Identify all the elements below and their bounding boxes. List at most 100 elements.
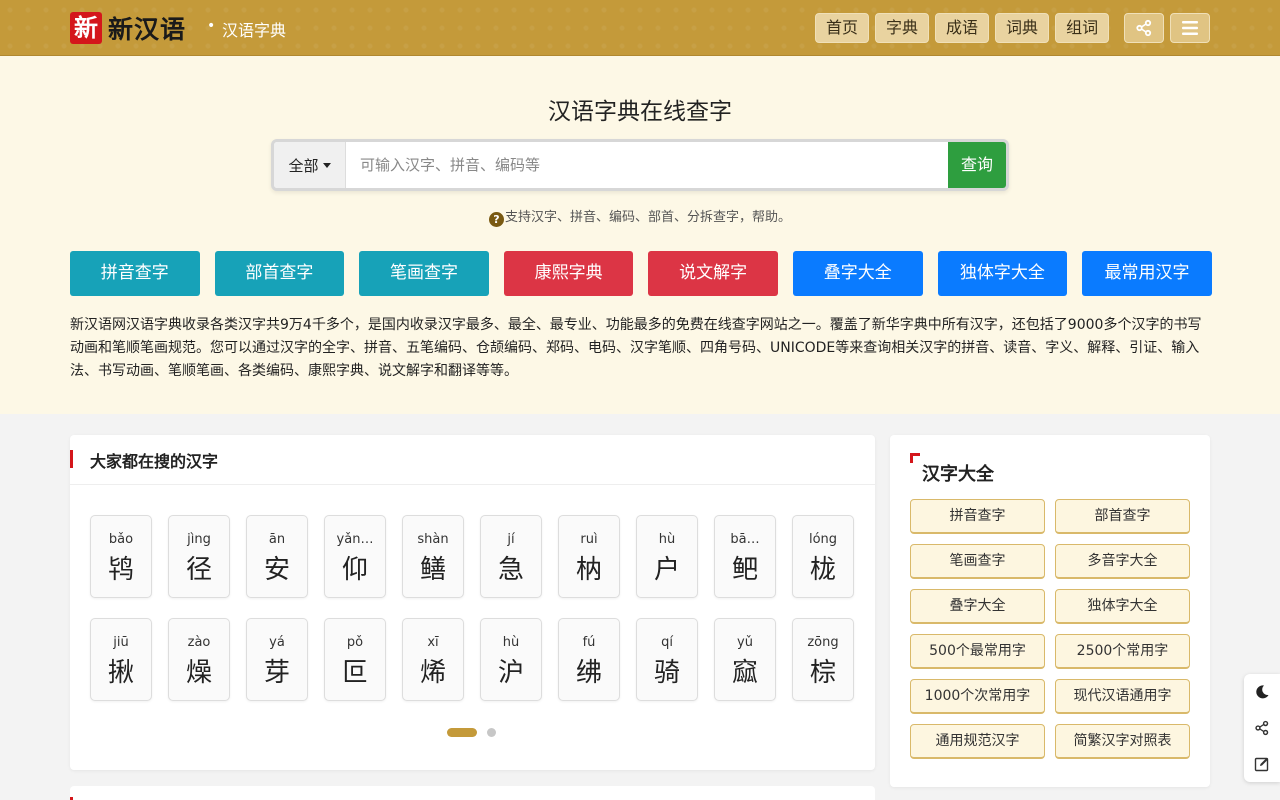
char-glyph: 燥 — [185, 658, 212, 688]
next-card — [70, 786, 875, 800]
carousel-pagination — [447, 728, 496, 737]
sidebar-link[interactable]: 叠字大全 — [910, 589, 1045, 624]
char-card[interactable]: yá 芽 — [246, 618, 308, 701]
char-card[interactable]: yǔ 窳 — [714, 618, 776, 701]
char-glyph: 仰 — [341, 555, 368, 585]
hot-chars-card: 大家都在搜的汉字 bǎo 鸨 jìng 径 ān 安 yǎn… 仰 shàn 鳝 jí 急 ruì 枘 hù… — [70, 435, 875, 770]
card-title: 大家都在搜的汉字 — [90, 452, 219, 471]
char-pinyin: shàn — [417, 532, 449, 547]
sidebar-link[interactable]: 500个最常用字 — [910, 634, 1045, 669]
nav-compose[interactable]: 组词 — [1055, 13, 1110, 43]
char-pinyin: jìng — [187, 532, 211, 547]
page-title: 汉语字典在线查字 — [548, 99, 732, 125]
char-card[interactable]: hù 沪 — [480, 618, 542, 701]
hero-section: 汉语字典在线查字 全部 查询 ?支持汉字、拼音、编码、部首、分拆查字，帮助。 拼… — [0, 56, 1280, 414]
float-share-button[interactable] — [1244, 710, 1280, 746]
sidebar-title: 汉字大全 — [922, 464, 994, 485]
tile-stroke-lookup[interactable]: 笔画查字 — [359, 251, 489, 296]
char-pinyin: lóng — [808, 532, 838, 547]
tile-radical-lookup[interactable]: 部首查字 — [214, 251, 345, 296]
char-glyph: 芽 — [263, 658, 290, 688]
floating-toolbar — [1244, 674, 1280, 782]
char-pinyin: bǎo — [108, 532, 134, 547]
char-card[interactable]: jiū 揪 — [90, 618, 152, 701]
search-input[interactable] — [346, 142, 948, 188]
share-icon — [1136, 19, 1152, 37]
char-card[interactable]: pǒ 叵 — [324, 618, 386, 701]
nav-home[interactable]: 首页 — [815, 13, 870, 43]
char-card[interactable]: ān 安 — [246, 515, 308, 598]
tile-most-common-chars[interactable]: 最常用汉字 — [1082, 251, 1212, 296]
sidebar-link[interactable]: 多音字大全 — [1055, 544, 1190, 579]
char-pinyin: bā… — [730, 532, 760, 547]
corner-accent — [910, 453, 920, 463]
feedback-button[interactable] — [1244, 746, 1280, 782]
caret-down-icon — [322, 162, 331, 168]
nav-words[interactable]: 词典 — [995, 13, 1050, 43]
share-button[interactable] — [1124, 13, 1164, 43]
char-glyph: 急 — [497, 555, 524, 585]
char-card[interactable]: lóng 栊 — [792, 515, 854, 598]
char-card[interactable]: zōng 棕 — [792, 618, 854, 701]
char-pinyin: yǔ — [737, 635, 753, 650]
char-glyph: 揪 — [107, 658, 134, 688]
char-glyph: 安 — [263, 555, 290, 585]
sidebar-link[interactable]: 现代汉语通用字 — [1055, 679, 1190, 714]
menu-icon — [1182, 21, 1198, 35]
carousel-dot-1[interactable] — [447, 728, 477, 737]
logo-text: 新汉语 — [108, 15, 187, 44]
char-grid: bǎo 鸨 jìng 径 ān 安 yǎn… 仰 shàn 鳝 jí 急 ruì 枘 hù 户 bā… 鲃 lóng… — [90, 515, 854, 701]
sidebar-link[interactable]: 2500个常用字 — [1055, 634, 1190, 669]
char-glyph: 枘 — [575, 555, 602, 585]
sidebar-links: 拼音查字 部首查字 笔画查字 多音字大全 叠字大全 独体字大全 500个最常用字 2500个常… — [910, 499, 1190, 759]
char-card[interactable]: zào 燥 — [168, 618, 230, 701]
menu-button[interactable] — [1170, 13, 1210, 43]
sidebar-link[interactable]: 独体字大全 — [1055, 589, 1190, 624]
char-pinyin: pǒ — [346, 635, 364, 650]
char-card[interactable]: ruì 枘 — [558, 515, 620, 598]
tile-pinyin-lookup[interactable]: 拼音查字 — [70, 251, 200, 296]
tile-shuowen-jiezi[interactable]: 说文解字 — [648, 251, 778, 296]
tile-kangxi-dictionary[interactable]: 康熙字典 — [503, 251, 634, 296]
carousel-dot-2[interactable] — [487, 728, 496, 737]
tile-reduplicated-chars[interactable]: 叠字大全 — [792, 251, 923, 296]
char-pinyin: ān — [268, 532, 286, 547]
dark-mode-button[interactable] — [1244, 674, 1280, 710]
sidebar-link[interactable]: 通用规范汉字 — [910, 724, 1045, 759]
search-button[interactable]: 查询 — [948, 142, 1006, 188]
site-intro: 新汉语网汉语字典收录各类汉字共9万4千多个，是国内收录汉字最多、最全、最专业、功… — [70, 317, 1202, 379]
tile-single-component-chars[interactable]: 独体字大全 — [937, 251, 1068, 296]
help-text: 支持汉字、拼音、编码、部首、分拆查字，帮助。 — [504, 210, 791, 225]
share-icon — [1255, 720, 1269, 736]
char-card[interactable]: xī 烯 — [402, 618, 464, 701]
char-card[interactable]: shàn 鳝 — [402, 515, 464, 598]
question-circle-icon[interactable]: ? — [488, 212, 504, 227]
char-pinyin: fú — [582, 635, 596, 650]
sidebar-link[interactable]: 笔画查字 — [910, 544, 1045, 579]
nav-idioms[interactable]: 成语 — [935, 13, 990, 43]
char-glyph: 栊 — [809, 555, 836, 585]
char-card[interactable]: jí 急 — [480, 515, 542, 598]
char-card[interactable]: jìng 径 — [168, 515, 230, 598]
char-pinyin: yá — [269, 635, 285, 650]
char-pinyin: hù — [502, 635, 520, 650]
sidebar-link[interactable]: 部首查字 — [1055, 499, 1190, 534]
char-card[interactable]: bǎo 鸨 — [90, 515, 152, 598]
char-card[interactable]: hù 户 — [636, 515, 698, 598]
nav-dictionary[interactable]: 字典 — [875, 13, 930, 43]
top-navbar: 新 新汉语 • 汉语字典 首页 字典 成语 词典 组词 — [0, 0, 1280, 56]
search-box: 全部 查询 — [271, 139, 1009, 191]
char-card[interactable]: qí 骑 — [636, 618, 698, 701]
sidebar-link[interactable]: 简繁汉字对照表 — [1055, 724, 1190, 759]
search-type-dropdown[interactable]: 全部 — [274, 142, 346, 188]
char-glyph: 骑 — [653, 658, 680, 688]
sidebar-link[interactable]: 1000个次常用字 — [910, 679, 1045, 714]
breadcrumb-current[interactable]: 汉语字典 — [222, 17, 286, 41]
char-glyph: 鲃 — [731, 555, 758, 585]
char-card[interactable]: yǎn… 仰 — [324, 515, 386, 598]
sidebar-link[interactable]: 拼音查字 — [910, 499, 1045, 534]
char-card[interactable]: fú 绋 — [558, 618, 620, 701]
site-logo[interactable]: 新 新汉语 — [70, 11, 186, 45]
char-glyph: 窳 — [731, 658, 758, 688]
char-card[interactable]: bā… 鲃 — [714, 515, 776, 598]
